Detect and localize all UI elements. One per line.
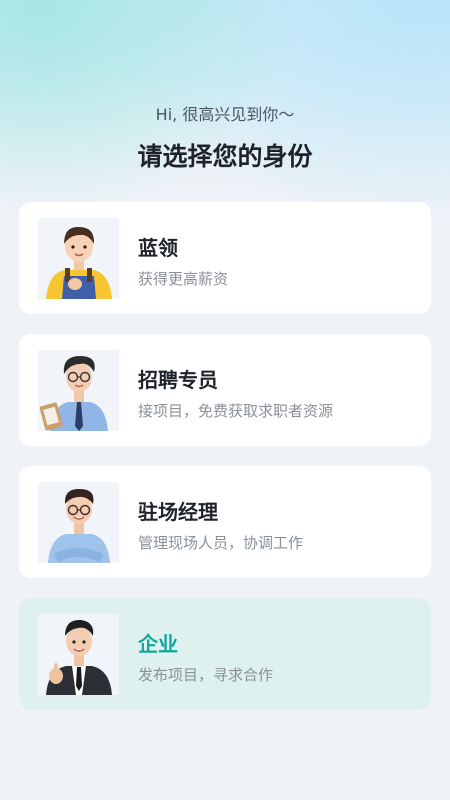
role-card-site-manager[interactable]: 驻场经理 管理现场人员，协调工作 [19, 466, 431, 578]
greeting-text: Hi, 很高兴见到你～ [155, 105, 295, 124]
role-card-enterprise[interactable]: 企业 发布项目，寻求合作 [19, 598, 431, 710]
role-title: 企业 [138, 632, 178, 656]
blue-collar-worker-avatar [38, 218, 119, 299]
role-title: 驻场经理 [138, 500, 218, 524]
role-title: 蓝领 [138, 236, 178, 260]
enterprise-avatar [38, 614, 119, 695]
page-title: 请选择您的身份 [137, 142, 313, 171]
recruiter-avatar [38, 350, 119, 431]
role-title: 招聘专员 [138, 368, 218, 392]
role-description: 获得更高薪资 [138, 270, 229, 288]
role-card-blue-collar[interactable]: 蓝领 获得更高薪资 [19, 202, 431, 314]
role-card-recruiter[interactable]: 招聘专员 接项目，免费获取求职者资源 [19, 334, 431, 446]
site-manager-avatar [38, 482, 119, 563]
role-description: 发布项目，寻求合作 [138, 666, 274, 684]
role-description: 接项目，免费获取求职者资源 [138, 402, 334, 420]
role-description: 管理现场人员，协调工作 [138, 534, 304, 552]
